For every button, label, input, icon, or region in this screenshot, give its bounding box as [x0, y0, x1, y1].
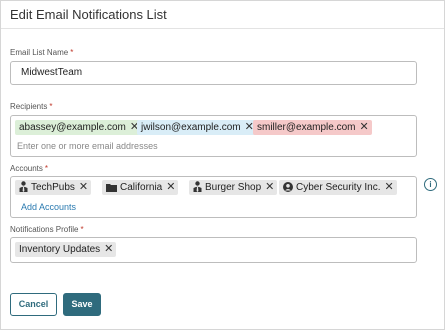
- accounts-label: Accounts *: [10, 164, 49, 173]
- recipients-input[interactable]: abassey@example.com ✕ jwilson@example.com…: [10, 115, 417, 157]
- folder-icon: [106, 184, 117, 192]
- recipient-chip: smiller@example.com ✕: [253, 120, 372, 135]
- required-marker: *: [44, 164, 49, 173]
- save-button[interactable]: Save: [63, 293, 101, 316]
- recipient-chip: abassey@example.com ✕: [15, 120, 143, 135]
- recipient-chip: jwilson@example.com ✕: [137, 120, 257, 135]
- accounts-input[interactable]: TechPubs ✕ California ✕ Burger Shop ✕ Cyber…: [10, 176, 417, 218]
- recipients-placeholder: Enter one or more email addresses: [17, 141, 158, 151]
- email-list-name-input[interactable]: MidwestTeam: [10, 61, 417, 85]
- required-marker: *: [70, 48, 74, 57]
- email-list-name-label: Email List Name *: [10, 48, 74, 57]
- remove-chip-icon[interactable]: ✕: [104, 242, 113, 257]
- person-tie-icon: [193, 181, 202, 192]
- add-accounts-link[interactable]: Add Accounts: [21, 202, 76, 212]
- remove-chip-icon[interactable]: ✕: [265, 180, 274, 195]
- recipients-label: Recipients *: [10, 102, 53, 111]
- notifications-profile-input[interactable]: Inventory Updates ✕: [10, 237, 417, 263]
- person-tie-icon: [19, 181, 28, 192]
- account-chip: Cyber Security Inc. ✕: [279, 180, 397, 195]
- edit-email-notifications-dialog: Edit Email Notifications List Email List…: [0, 0, 445, 330]
- remove-chip-icon[interactable]: ✕: [360, 120, 369, 135]
- remove-chip-icon[interactable]: ✕: [166, 180, 175, 195]
- profile-chip: Inventory Updates ✕: [15, 242, 117, 257]
- account-chip: Burger Shop ✕: [189, 180, 278, 195]
- remove-chip-icon[interactable]: ✕: [384, 180, 393, 195]
- dialog-title: Edit Email Notifications List: [10, 7, 167, 22]
- notifications-profile-label: Notifications Profile *: [10, 225, 84, 234]
- dialog-header: Edit Email Notifications List: [1, 1, 444, 29]
- required-marker: *: [49, 102, 53, 111]
- account-chip: California ✕: [102, 180, 179, 195]
- user-circle-icon: [283, 182, 293, 192]
- cancel-button[interactable]: Cancel: [10, 293, 57, 316]
- required-marker: *: [80, 225, 84, 234]
- email-list-name-value: MidwestTeam: [21, 67, 83, 78]
- remove-chip-icon[interactable]: ✕: [79, 180, 88, 195]
- account-chip: TechPubs ✕: [15, 180, 92, 195]
- info-icon[interactable]: i: [424, 178, 437, 191]
